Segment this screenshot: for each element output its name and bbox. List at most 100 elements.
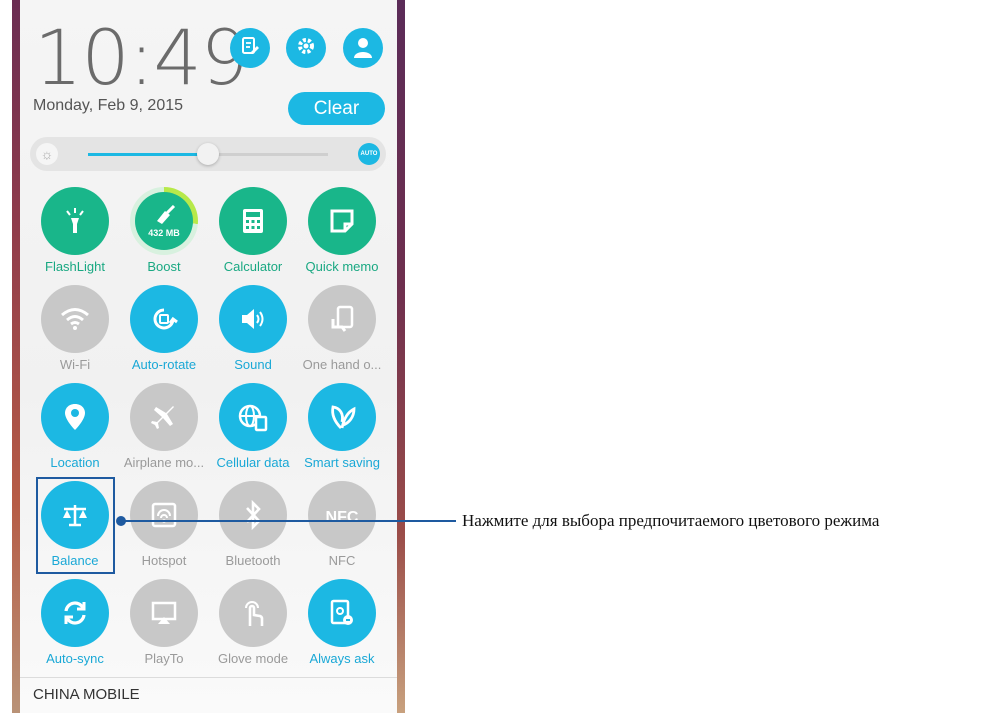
- callout-text: Нажмите для выбора предпочитаемого цвето…: [462, 511, 880, 530]
- tile-auto-rotate[interactable]: Auto-rotate: [119, 285, 209, 372]
- tile-playto[interactable]: PlayTo: [119, 579, 209, 666]
- tile-button-calculator[interactable]: [219, 187, 287, 255]
- tile-label: Boost: [147, 259, 181, 274]
- tile-flashlight[interactable]: FlashLight: [30, 187, 120, 274]
- tile-button-cellular-data[interactable]: [219, 383, 287, 451]
- user-icon: [351, 34, 375, 63]
- svg-text:NFC: NFC: [326, 509, 359, 526]
- user-button[interactable]: [343, 28, 383, 68]
- tile-nfc[interactable]: NFC NFC: [297, 481, 387, 568]
- balance-highlight-box: [36, 477, 115, 574]
- tile-label: Location: [50, 455, 100, 470]
- brightness-control: ☼ AUTO: [30, 137, 386, 171]
- boost-button[interactable]: 432 MB: [135, 192, 193, 250]
- tile-glove-mode[interactable]: Glove mode: [208, 579, 298, 666]
- tile-quick-memo[interactable]: Quick memo: [297, 187, 387, 274]
- settings-button[interactable]: [286, 28, 326, 68]
- tile-button-location[interactable]: [41, 383, 109, 451]
- sync-icon: [60, 598, 90, 628]
- one-hand-icon: [329, 305, 355, 333]
- clock-date: Monday, Feb 9, 2015: [33, 97, 184, 114]
- airplane-icon: [149, 402, 179, 432]
- tile-button-smart-saving[interactable]: [308, 383, 376, 451]
- tile-one-hand-o[interactable]: One hand o...: [297, 285, 387, 372]
- cellular-data-icon: [238, 402, 268, 432]
- leaf-icon: [327, 402, 357, 432]
- callout-dot: [116, 516, 126, 526]
- edit-icon: [240, 36, 260, 61]
- tile-button-wi-fi[interactable]: [41, 285, 109, 353]
- tile-button-flashlight[interactable]: [41, 187, 109, 255]
- divider: [20, 677, 397, 678]
- tile-button-nfc[interactable]: NFC: [308, 481, 376, 549]
- tile-smart-saving[interactable]: Smart saving: [297, 383, 387, 470]
- brightness-fill: [88, 153, 208, 156]
- tile-button-hotspot[interactable]: [130, 481, 198, 549]
- tile-button-auto-sync[interactable]: [41, 579, 109, 647]
- tile-button-playto[interactable]: [130, 579, 198, 647]
- tile-button-auto-rotate[interactable]: [130, 285, 198, 353]
- tile-button-bluetooth[interactable]: [219, 481, 287, 549]
- hotspot-icon: [150, 501, 178, 529]
- tile-location[interactable]: Location: [30, 383, 120, 470]
- wallpaper-edge-left: [12, 0, 20, 713]
- tile-always-ask[interactable]: Always ask: [297, 579, 387, 666]
- tile-label: NFC: [328, 553, 356, 568]
- tile-label: Always ask: [309, 651, 375, 666]
- tile-hotspot[interactable]: Hotspot: [119, 481, 209, 568]
- tile-button-quick-memo[interactable]: [308, 187, 376, 255]
- tile-cellular-data[interactable]: Cellular data: [208, 383, 298, 470]
- tile-airplane-mo[interactable]: Airplane mo...: [119, 383, 209, 470]
- callout-line: [121, 520, 456, 522]
- auto-brightness-icon[interactable]: AUTO: [358, 143, 380, 165]
- tile-label: Auto-sync: [46, 651, 104, 666]
- tile-calculator[interactable]: Calculator: [208, 187, 298, 274]
- tile-label: Wi-Fi: [59, 357, 91, 372]
- tile-bluetooth[interactable]: Bluetooth: [208, 481, 298, 568]
- brightness-icon: ☼: [36, 143, 58, 165]
- tile-label: Cellular data: [216, 455, 290, 470]
- clock-time: 10:49: [34, 13, 249, 102]
- boost-ring[interactable]: 432 MB: [130, 187, 198, 255]
- tile-button-sound[interactable]: [219, 285, 287, 353]
- playto-icon: [150, 600, 178, 626]
- location-icon: [63, 402, 87, 432]
- tile-label: Quick memo: [305, 259, 379, 274]
- tile-label: FlashLight: [45, 259, 105, 274]
- brightness-slider-thumb[interactable]: [197, 143, 219, 165]
- tile-label: PlayTo: [144, 651, 184, 666]
- tile-label: Hotspot: [141, 553, 187, 568]
- tile-label: Auto-rotate: [131, 357, 197, 372]
- clear-button[interactable]: Clear: [288, 92, 385, 125]
- tile-button-glove-mode[interactable]: [219, 579, 287, 647]
- tile-auto-sync[interactable]: Auto-sync: [30, 579, 120, 666]
- tile-button-always-ask[interactable]: [308, 579, 376, 647]
- tile-label: One hand o...: [302, 357, 382, 372]
- wifi-icon: [60, 307, 90, 331]
- tile-sound[interactable]: Sound: [208, 285, 298, 372]
- calculator-icon: [240, 207, 266, 235]
- edit-button[interactable]: [230, 28, 270, 68]
- rotate-icon: [150, 305, 178, 333]
- tile-label: Calculator: [223, 259, 283, 274]
- gear-icon: [295, 35, 317, 62]
- glove-icon: [240, 598, 266, 628]
- always-ask-icon: [327, 598, 357, 628]
- sound-icon: [238, 306, 268, 332]
- tile-label: Bluetooth: [225, 553, 281, 568]
- tile-boost[interactable]: 432 MB Boost: [119, 187, 209, 274]
- tile-button-one-hand-o[interactable]: [308, 285, 376, 353]
- tile-label: Airplane mo...: [123, 455, 205, 470]
- tile-wi-fi[interactable]: Wi-Fi: [30, 285, 120, 372]
- carrier-name: CHINA MOBILE: [33, 686, 140, 703]
- broom-icon: [151, 204, 177, 230]
- tile-label: Sound: [234, 357, 272, 372]
- boost-memory-value: 432 MB: [148, 227, 180, 238]
- tile-label: Glove mode: [217, 651, 289, 666]
- tile-label: Smart saving: [304, 455, 380, 470]
- tile-button-airplane-mo[interactable]: [130, 383, 198, 451]
- flashlight-icon: [60, 206, 90, 236]
- nfc-icon: NFC: [325, 503, 359, 527]
- bluetooth-icon: [241, 500, 265, 530]
- wallpaper-edge-right: [397, 0, 405, 713]
